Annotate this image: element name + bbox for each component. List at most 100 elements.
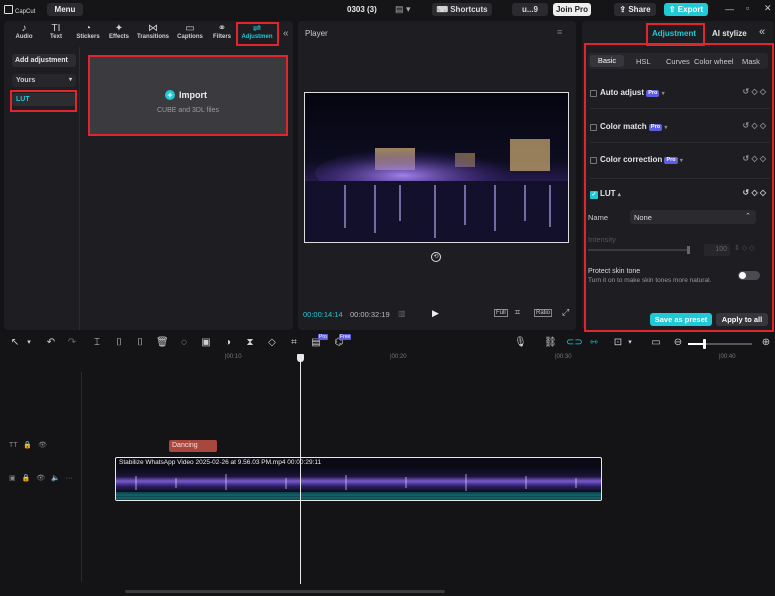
export-button[interactable]: ⇧ Export <box>664 3 708 16</box>
checkbox-empty-icon[interactable] <box>590 157 597 164</box>
undo-icon[interactable]: ↶ <box>45 337 57 349</box>
tool-filters[interactable]: ⚭ Filters <box>207 23 237 43</box>
protect-skin-toggle[interactable] <box>738 271 760 280</box>
keyframe-controls-icon[interactable]: ↺ ◇ ◇ <box>743 87 766 96</box>
color-match-row[interactable]: Color match Pro ▾ ↺ ◇ ◇ <box>590 121 770 135</box>
checkbox-empty-icon[interactable] <box>590 124 597 131</box>
more-icon[interactable]: ··· <box>66 475 73 482</box>
keyframe-controls-icon[interactable]: ↺ ◇ ◇ <box>743 154 766 163</box>
snap-icon[interactable]: ⇿ <box>588 337 600 349</box>
audio-icon: ♪ <box>21 23 27 34</box>
link-icon[interactable]: ⛓ <box>544 337 557 349</box>
intensity-slider[interactable] <box>588 246 690 254</box>
ruler-label: |00:30 <box>555 354 572 360</box>
tool-stickers[interactable]: ◔ Stickers <box>73 23 103 43</box>
checkbox-checked-icon[interactable]: ✓ <box>590 191 598 199</box>
eye-icon[interactable]: 👁 <box>38 442 47 449</box>
tool-audio[interactable]: ♪ Audio <box>9 23 39 43</box>
collapse-right-icon[interactable]: « <box>759 26 765 38</box>
shortcuts-button[interactable]: ⌨ Shortcuts <box>432 3 492 16</box>
play-button[interactable]: ▶ <box>432 308 439 319</box>
lock-icon[interactable]: 🔒 <box>22 475 31 482</box>
frame-icon[interactable]: ▥ <box>398 309 406 318</box>
tool-transitions[interactable]: ⋈ Transitions <box>136 23 170 43</box>
eye-icon[interactable]: 👁 <box>36 475 45 482</box>
rotate-clip-icon[interactable]: ◇ <box>266 337 278 349</box>
close-icon[interactable]: ✕ <box>764 3 772 14</box>
tool-captions[interactable]: ▭ Captions <box>175 23 205 43</box>
subtab-color-wheel[interactable]: Color wheel <box>694 57 738 66</box>
split-right-icon[interactable]: ⌷ <box>134 337 146 349</box>
export-icon: ⇧ <box>668 5 678 14</box>
layout-icon[interactable]: ▤ ▾ <box>395 4 413 15</box>
color-correction-row[interactable]: Color correction Pro ▾ ↺ ◇ ◇ <box>590 154 770 168</box>
audio-mute-icon[interactable]: 🔈 <box>51 475 60 482</box>
zoom-handle[interactable] <box>703 339 706 349</box>
text-track-header: TT 🔒 👁 <box>9 441 47 449</box>
rotate-icon[interactable]: ⟲ <box>431 252 441 262</box>
auto-adjust-row[interactable]: Auto adjust Pro ▾ ↺ ◇ ◇ <box>590 87 770 101</box>
maximize-icon[interactable]: ▫ <box>746 3 749 13</box>
magnet-icon[interactable]: ⊂⊃ <box>566 337 583 349</box>
join-pro-button[interactable]: Join Pro <box>553 3 591 16</box>
keyboard-icon: ⌨ <box>436 5 451 14</box>
reverse-icon[interactable]: ◑ <box>222 337 234 349</box>
checkbox-empty-icon[interactable] <box>590 90 597 97</box>
lut-name-select[interactable]: None ⌃ <box>630 210 756 224</box>
timeline-scrollbar[interactable] <box>125 590 445 593</box>
user-button[interactable]: u...9 <box>512 3 548 16</box>
subtab-curves[interactable]: Curves <box>666 57 690 66</box>
subtab-hsl[interactable]: HSL <box>636 57 651 66</box>
subtab-basic[interactable]: Basic <box>590 55 624 67</box>
lut-row[interactable]: ✓ LUT ▴ ↺ ◇ ◇ <box>590 188 770 202</box>
chevron-down-icon[interactable]: ▾ <box>23 337 35 349</box>
zoom-slider[interactable] <box>688 339 752 349</box>
chevron-down-icon[interactable]: ▾ <box>624 337 636 349</box>
media-panel: ♪ Audio TI Text ◔ Stickers ✦ Effects ⋈ Transi… <box>4 21 293 330</box>
add-adjustment-button[interactable]: Add adjustment <box>12 54 76 67</box>
tool-effects[interactable]: ✦ Effects <box>104 23 134 43</box>
zoom-out-icon[interactable]: ⊖ <box>672 337 684 349</box>
tab-ai-stylize[interactable]: AI stylize <box>712 29 747 38</box>
player-menu-icon[interactable]: ≡ <box>557 27 562 37</box>
preview-axis-icon[interactable]: ⊡ <box>612 337 624 349</box>
subtab-mask[interactable]: Mask <box>742 57 760 66</box>
intensity-stepper-icon[interactable]: ⇕ ◇ ◇ <box>734 244 755 252</box>
ratio-button[interactable]: Ratio <box>534 309 553 317</box>
cover-icon[interactable]: ▣ <box>9 475 16 482</box>
minimize-icon[interactable]: — <box>725 4 734 14</box>
text-clip[interactable]: Dancing <box>169 440 217 452</box>
apply-to-all-button[interactable]: Apply to all <box>716 313 768 326</box>
yours-dropdown[interactable]: Yours ▾ <box>12 74 76 87</box>
redo-icon[interactable]: ↷ <box>66 337 78 349</box>
slider-handle[interactable] <box>687 246 690 254</box>
split-icon[interactable]: ⌶ <box>91 337 103 349</box>
share-button[interactable]: ⇪ Share <box>614 3 656 16</box>
delete-icon[interactable]: 🗑 <box>156 337 169 349</box>
tool-text[interactable]: TI Text <box>41 23 71 43</box>
protect-skin-title: Protect skin tone <box>588 268 641 275</box>
import-box[interactable]: + Import CUBE and 3DL files <box>88 55 288 136</box>
caption-icon[interactable]: ▭ <box>650 337 662 349</box>
crop-clip-icon[interactable]: ⌗ <box>288 337 300 349</box>
split-left-icon[interactable]: ⌷ <box>113 337 125 349</box>
menu-button[interactable]: Menu <box>47 3 83 16</box>
playhead[interactable] <box>297 354 304 584</box>
collapse-panel-icon[interactable]: « <box>283 28 289 39</box>
keyframe-controls-icon[interactable]: ↺ ◇ ◇ <box>743 121 766 130</box>
microphone-icon[interactable]: 🎙 <box>514 337 527 349</box>
fullscreen-icon[interactable]: ⤢ <box>562 307 569 318</box>
project-name[interactable]: 0303 (3) <box>347 5 377 14</box>
intensity-value-input[interactable]: 100 <box>704 244 730 256</box>
zoom-in-icon[interactable]: ⊕ <box>760 337 772 349</box>
save-as-preset-button[interactable]: Save as preset <box>650 313 712 326</box>
full-button[interactable]: Full <box>494 309 508 317</box>
crop-icon[interactable]: ⌗ <box>515 307 520 318</box>
video-clip[interactable]: Stabilize WhatsApp Video 2025-02-26 at 9… <box>115 457 602 501</box>
keyframe-controls-icon[interactable]: ↺ ◇ ◇ <box>743 188 766 197</box>
marker-icon[interactable]: ◌ <box>178 337 190 349</box>
select-tool-icon[interactable]: ↖ <box>9 337 21 349</box>
mirror-icon[interactable]: ⧗ <box>244 337 256 349</box>
freeze-icon[interactable]: ▣ <box>200 337 212 349</box>
lock-icon[interactable]: 🔒 <box>23 442 32 449</box>
